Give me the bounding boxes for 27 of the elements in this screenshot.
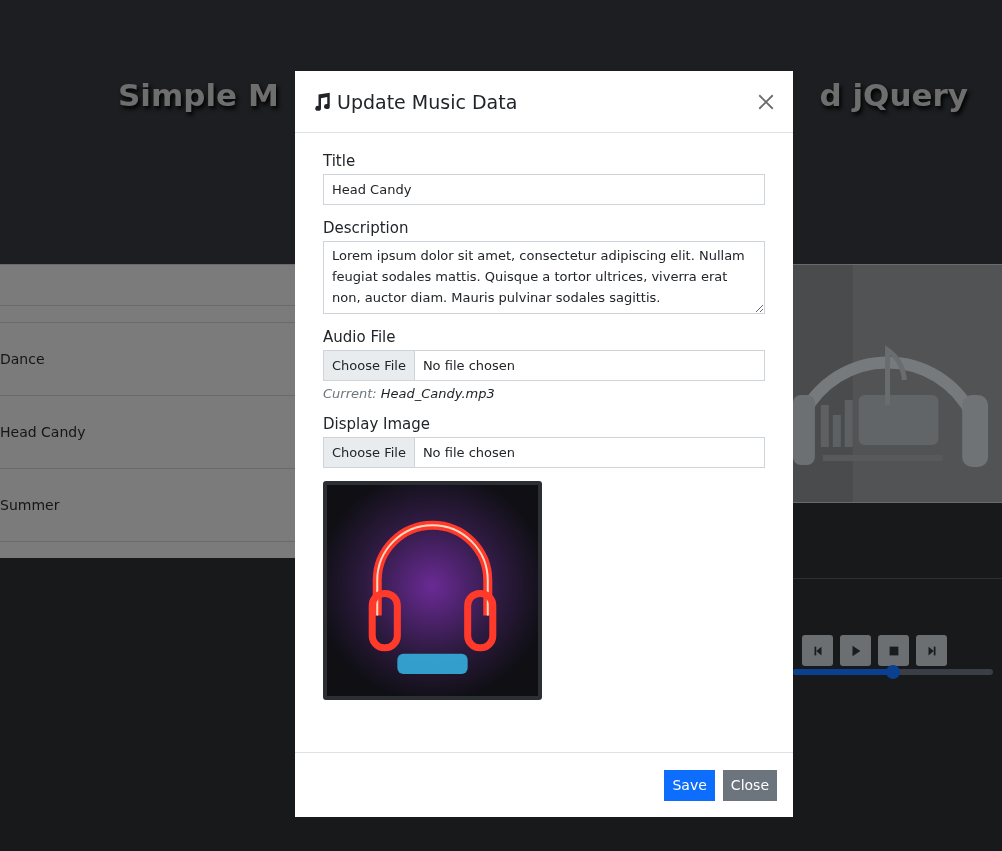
file-status-text: No file chosen (421, 444, 515, 462)
current-file-name: Head_Candy.mp3 (380, 386, 495, 401)
previous-button[interactable] (802, 635, 833, 666)
file-status-text: No file chosen (421, 357, 515, 375)
close-button[interactable]: Close (722, 769, 777, 801)
song-title[interactable]: Dance (0, 351, 45, 367)
modal-title: Update Music Data (337, 90, 519, 113)
page-heading: d jQuery (819, 76, 968, 115)
save-button[interactable]: Save (664, 769, 715, 801)
choose-file-button[interactable]: Choose File (324, 351, 415, 380)
field-label: Description (323, 218, 410, 238)
field-label: Title (323, 151, 357, 171)
slider-thumb[interactable] (886, 665, 900, 679)
file-input-field[interactable]: Choose File No file chosen (323, 437, 765, 468)
title-input[interactable]: Head Candy (323, 174, 765, 205)
stop-button[interactable] (878, 635, 909, 666)
description-textarea[interactable]: Lorem ipsum dolor sit amet, consectetur adipiscing elit. Nullam feugiat sodales mattis. Quisque a tortor ultrices, viverra erat non, auctor diam. Mauris pulvinar sodales sagittis. (323, 241, 765, 314)
field-label: Display Image (323, 414, 432, 434)
current-label: Current: (323, 386, 377, 401)
play-button[interactable] (840, 635, 871, 666)
next-button[interactable] (916, 635, 947, 666)
page-heading: Simple M (118, 76, 279, 115)
file-input-field[interactable]: Choose File No file chosen (323, 350, 765, 381)
song-title[interactable]: Head Candy (0, 424, 86, 440)
field-label: Audio File (323, 327, 397, 347)
song-title[interactable]: Summer (0, 497, 60, 513)
choose-file-button[interactable]: Choose File (324, 438, 415, 467)
